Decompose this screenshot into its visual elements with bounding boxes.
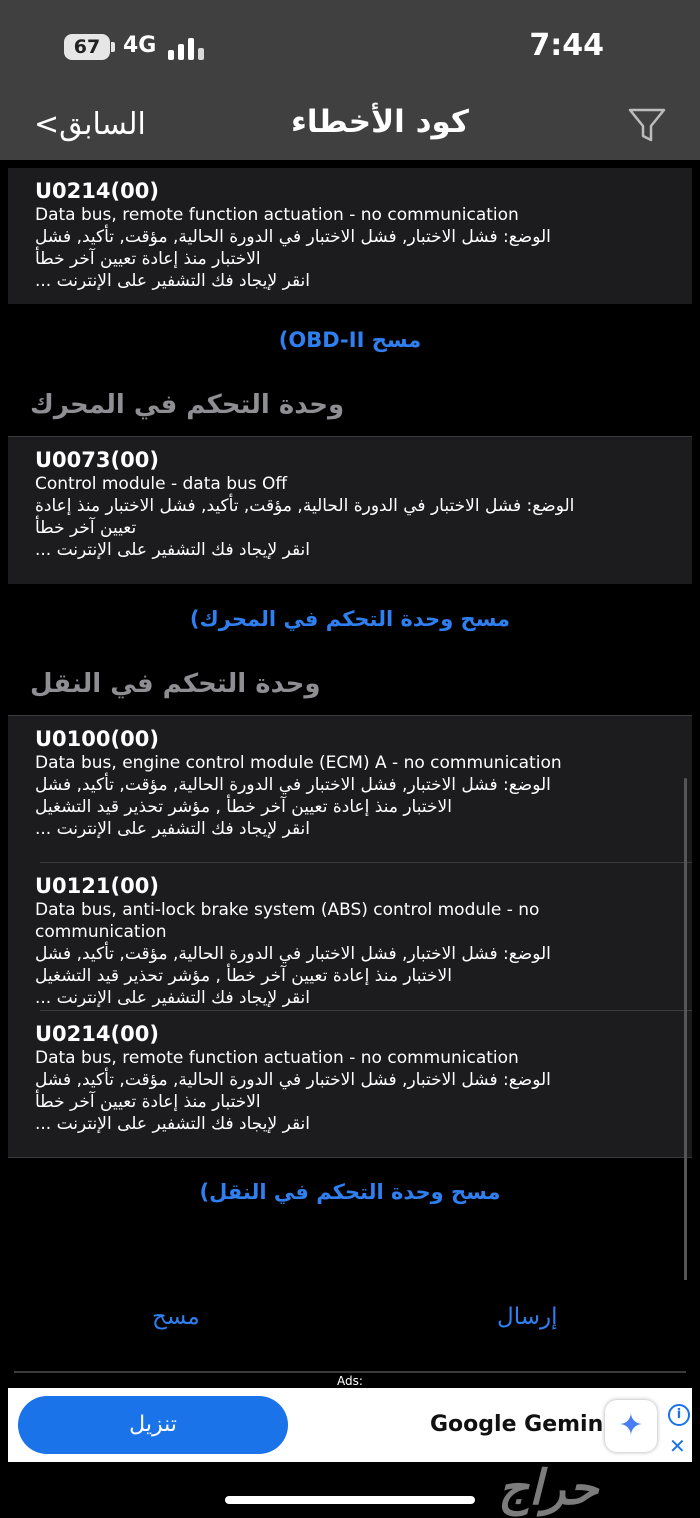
clear-engine-button[interactable]: مسح وحدة التحكم في المحرك): [0, 607, 700, 631]
watermark-logo: حراج: [498, 1460, 599, 1516]
dtc-lookup-link[interactable]: انقر لإيجاد فك التشفير على الإنترنت ...: [35, 1113, 666, 1135]
dtc-code: U0121(00): [35, 874, 159, 898]
clear-transmission-button[interactable]: مسح وحدة التحكم في النقل): [0, 1180, 700, 1204]
dtc-status-line: الاختبار منذ إعادة تعيين آخر خطأ: [35, 249, 261, 269]
network-type: 4G: [123, 33, 157, 58]
ads-label: Ads:: [337, 1374, 363, 1388]
dtc-lookup-link[interactable]: انقر لإيجاد فك التشفير على الإنترنت ...: [35, 987, 666, 1009]
ad-app-name: Google Gemini: [430, 1412, 611, 1437]
clear-all-button[interactable]: مسح: [152, 1304, 200, 1330]
bottom-toolbar: إرسال مسح: [0, 1280, 700, 1372]
dtc-status-line: الوضع: فشل الاختبار, فشل الاختبار في الد…: [35, 1070, 551, 1090]
dtc-card[interactable]: U0073(00) Control module - data bus Off …: [8, 436, 692, 584]
dtc-lookup-link[interactable]: انقر لإيجاد فك التشفير على الإنترنت ...: [35, 270, 666, 292]
dtc-status-line: الوضع: فشل الاختبار, فشل الاختبار في الد…: [35, 775, 551, 795]
section-title-transmission: وحدة التحكم في النقل: [30, 669, 321, 699]
dtc-card[interactable]: U0214(00) Data bus, remote function actu…: [8, 168, 692, 304]
ad-download-button[interactable]: تنزيل: [18, 1396, 288, 1454]
battery-tip: [111, 42, 115, 52]
dtc-code: U0100(00): [35, 727, 159, 751]
dtc-description: Data bus, remote function actuation - no…: [35, 1048, 519, 1068]
dtc-status-line: الوضع: فشل الاختبار, فشل الاختبار في الد…: [35, 227, 551, 247]
dtc-code: U0214(00): [35, 179, 159, 203]
dtc-lookup-link[interactable]: انقر لإيجاد فك التشفير على الإنترنت ...: [35, 818, 666, 840]
back-button[interactable]: <السابق: [34, 107, 146, 142]
nav-bar: كود الأخطاء <السابق: [0, 90, 700, 160]
status-time: 7:44: [529, 28, 604, 63]
row-divider: [8, 1157, 692, 1158]
send-button[interactable]: إرسال: [497, 1304, 558, 1330]
signal-icon: [168, 36, 206, 60]
dtc-description: Data bus, remote function actuation - no…: [35, 205, 519, 225]
filter-icon[interactable]: [626, 104, 668, 146]
home-indicator[interactable]: [225, 1496, 475, 1504]
dtc-card[interactable]: U0121(00) Data bus, anti-lock brake syst…: [8, 863, 692, 1011]
dtc-code: U0214(00): [35, 1022, 159, 1046]
dtc-status-line: الاختبار منذ إعادة تعيين آخر خطأ , مؤشر …: [35, 797, 452, 817]
clear-obd-button[interactable]: مسح OBD-II): [0, 328, 700, 352]
status-bar: 67 4G 7:44: [0, 0, 700, 90]
dtc-card[interactable]: U0100(00) Data bus, engine control modul…: [8, 715, 692, 863]
gemini-sparkle-icon: ✦: [605, 1400, 657, 1452]
dtc-code: U0073(00): [35, 448, 159, 472]
battery-icon: 67: [64, 34, 110, 60]
trouble-code-list[interactable]: U0214(00) Data bus, remote function actu…: [0, 160, 700, 1372]
dtc-card[interactable]: U0214(00) Data bus, remote function actu…: [8, 1011, 692, 1157]
dtc-description: Data bus, engine control module (ECM) A …: [35, 753, 562, 773]
dtc-status-line: الوضع: فشل الاختبار, فشل الاختبار في الد…: [35, 944, 551, 964]
dtc-status-line: تعيين آخر خطأ: [35, 518, 137, 538]
toolbar-divider: [14, 1371, 686, 1373]
dtc-status-line: الاختبار منذ إعادة تعيين آخر خطأ , مؤشر …: [35, 966, 452, 986]
dtc-description: Control module - data bus Off: [35, 474, 288, 494]
ad-banner[interactable]: تنزيل Google Gemini ✦ i ✕: [8, 1388, 692, 1462]
dtc-status-line: الاختبار منذ إعادة تعيين آخر خطأ: [35, 1092, 261, 1112]
dtc-lookup-link[interactable]: انقر لإيجاد فك التشفير على الإنترنت ...: [35, 539, 666, 561]
dtc-status-line: الوضع: فشل الاختبار في الدورة الحالية, م…: [35, 496, 575, 516]
ad-info-icon[interactable]: i: [668, 1404, 690, 1426]
dtc-description: Data bus, anti-lock brake system (ABS) c…: [35, 900, 540, 942]
ad-close-icon[interactable]: ✕: [669, 1434, 686, 1458]
section-title-engine: وحدة التحكم في المحرك: [30, 390, 345, 420]
